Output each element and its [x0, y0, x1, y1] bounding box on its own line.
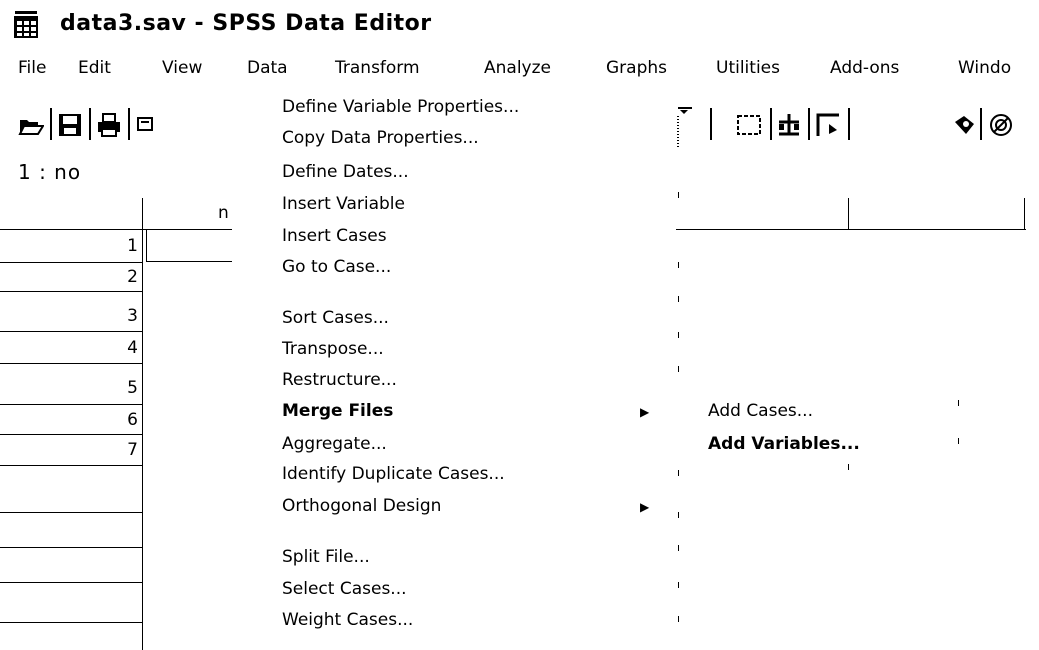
artifact: [678, 512, 679, 518]
menu-item-sort-cases[interactable]: Sort Cases...: [282, 308, 389, 328]
spss-icon: [14, 11, 38, 38]
row-header[interactable]: 3: [0, 306, 138, 326]
menu-item-add-cases[interactable]: Add Cases...: [708, 401, 813, 421]
artifact: [958, 438, 959, 444]
artifact: [678, 366, 679, 372]
grid-line: [142, 198, 143, 650]
row-header[interactable]: 2: [0, 267, 138, 287]
row-header[interactable]: 7: [0, 440, 138, 460]
grid-line: [0, 512, 142, 513]
menu-transform[interactable]: Transform: [335, 58, 420, 78]
menu-file[interactable]: File: [18, 58, 46, 78]
menu-item-define-dates[interactable]: Define Dates...: [282, 162, 409, 182]
artifact: [678, 296, 679, 302]
menu-item-restructure[interactable]: Restructure...: [282, 370, 397, 390]
toolbar-separator: [848, 108, 850, 140]
menu-window[interactable]: Windo: [958, 58, 1011, 78]
split-file-icon[interactable]: [736, 112, 762, 138]
menu-item-split-file[interactable]: Split File...: [282, 547, 370, 567]
artifact: [848, 464, 849, 470]
select-cases-icon[interactable]: [815, 112, 841, 138]
menu-item-insert-variable[interactable]: Insert Variable: [282, 194, 405, 214]
save-disk-icon[interactable]: [57, 112, 83, 138]
menu-item-aggregate[interactable]: Aggregate...: [282, 434, 387, 454]
menu-item-merge-files[interactable]: Merge Files: [282, 401, 393, 421]
cell-reference: 1 : no: [18, 160, 82, 184]
grid-line: [0, 331, 142, 332]
grid-line: [146, 230, 147, 262]
grid-line: [676, 229, 1026, 230]
grid-line: [0, 262, 142, 263]
variables-icon[interactable]: [676, 104, 696, 152]
menu-item-copy-data-properties[interactable]: Copy Data Properties...: [282, 128, 479, 148]
grid-line: [0, 229, 232, 230]
menu-edit[interactable]: Edit: [78, 58, 111, 78]
print-icon[interactable]: [96, 112, 122, 138]
grid-line: [0, 622, 142, 623]
grid-line: [1024, 198, 1025, 229]
submenu-arrow-icon: ▶: [640, 405, 650, 419]
grid-line: [0, 291, 142, 292]
menu-item-add-variables[interactable]: Add Variables...: [708, 434, 860, 454]
menu-item-identify-duplicate-cases[interactable]: Identify Duplicate Cases...: [282, 464, 505, 484]
row-header[interactable]: 1: [0, 236, 138, 256]
menu-item-transpose[interactable]: Transpose...: [282, 339, 384, 359]
menu-item-go-to-case[interactable]: Go to Case...: [282, 257, 391, 277]
column-header-n[interactable]: n: [218, 203, 229, 223]
artifact: [678, 616, 679, 622]
artifact: [958, 400, 959, 406]
dialog-recall-icon[interactable]: [136, 112, 156, 138]
toolbar-separator: [808, 108, 810, 140]
grid-line: [848, 198, 849, 229]
open-folder-icon[interactable]: [18, 112, 44, 138]
grid-line: [146, 261, 232, 262]
toolbar-separator: [980, 108, 982, 140]
menu-item-define-variable-properties[interactable]: Define Variable Properties...: [282, 97, 519, 117]
artifact: [678, 192, 679, 198]
menu-item-weight-cases[interactable]: Weight Cases...: [282, 610, 413, 630]
toolbar-separator: [50, 108, 52, 140]
menu-add-ons[interactable]: Add-ons: [830, 58, 899, 78]
grid-line: [0, 404, 142, 405]
menu-item-insert-cases[interactable]: Insert Cases: [282, 226, 387, 246]
grid-line: [0, 363, 142, 364]
grid-line: [0, 465, 142, 466]
row-header[interactable]: 6: [0, 410, 138, 430]
toolbar-separator: [128, 108, 130, 140]
artifact: [678, 262, 679, 268]
menu-analyze[interactable]: Analyze: [484, 58, 551, 78]
artifact: [678, 470, 679, 476]
window-title: data3.sav - SPSS Data Editor: [60, 11, 432, 36]
menu-graphs[interactable]: Graphs: [606, 58, 667, 78]
grid-line: [0, 582, 142, 583]
toolbar-separator: [710, 108, 712, 140]
menu-item-select-cases[interactable]: Select Cases...: [282, 579, 407, 599]
menu-utilities[interactable]: Utilities: [716, 58, 780, 78]
row-header[interactable]: 4: [0, 338, 138, 358]
title-bar: data3.sav - SPSS Data Editor: [0, 0, 1039, 52]
menu-item-orthogonal-design[interactable]: Orthogonal Design: [282, 496, 441, 516]
toolbar-separator: [89, 108, 91, 140]
artifact: [678, 582, 679, 588]
weight-cases-icon[interactable]: [776, 112, 802, 138]
submenu-arrow-icon: ▶: [640, 500, 650, 514]
grid-line: [0, 434, 142, 435]
artifact: [678, 332, 679, 338]
menu-data[interactable]: Data: [247, 58, 288, 78]
use-sets-icon[interactable]: [988, 112, 1014, 138]
row-header[interactable]: 5: [0, 378, 138, 398]
toolbar-separator: [770, 108, 772, 140]
grid-line: [0, 547, 142, 548]
artifact: [678, 545, 679, 551]
menu-view[interactable]: View: [162, 58, 202, 78]
value-labels-icon[interactable]: [952, 112, 978, 138]
